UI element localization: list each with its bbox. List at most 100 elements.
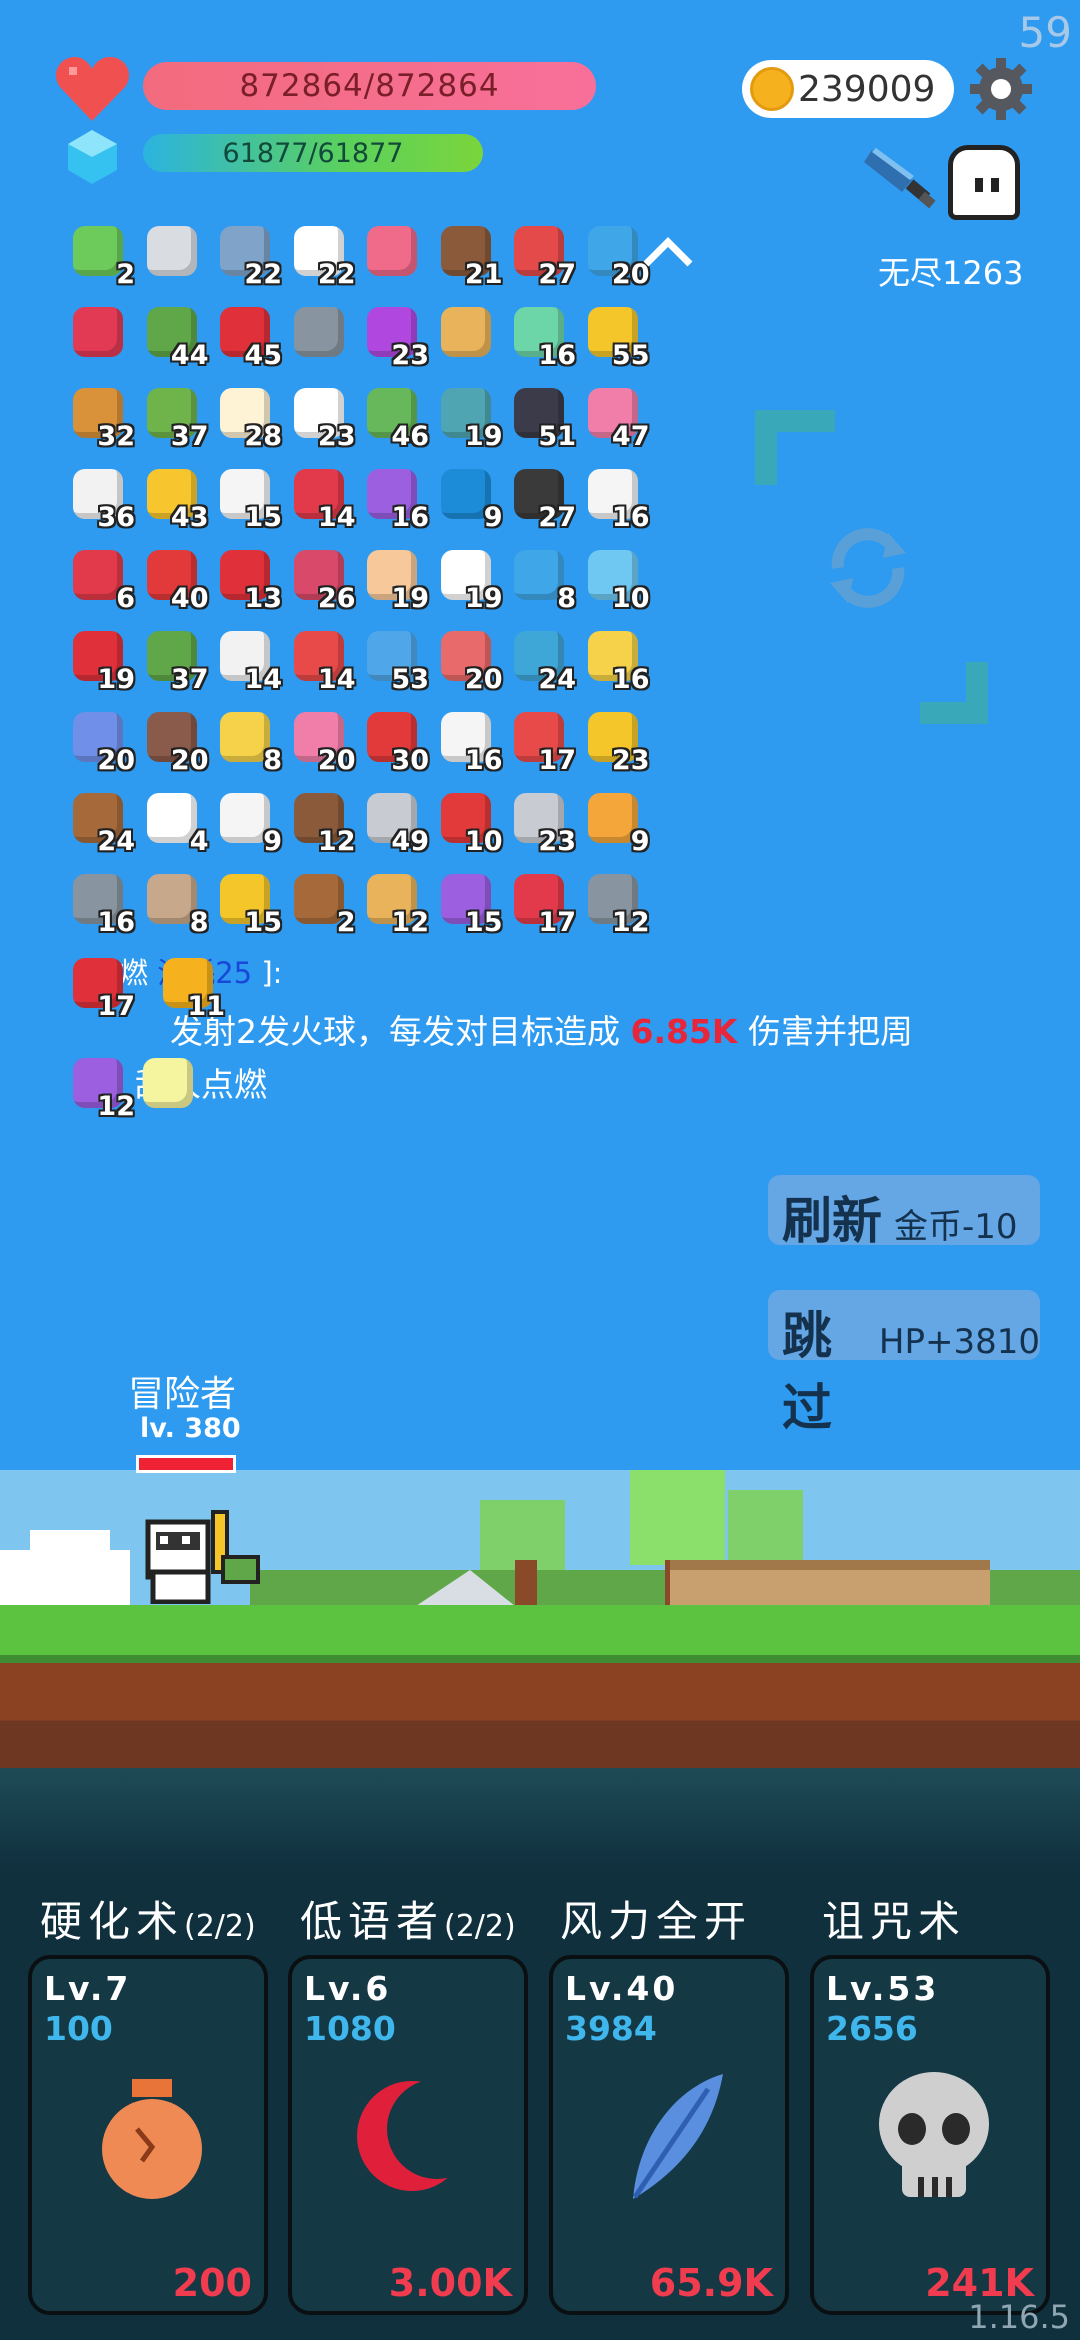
inventory-slot[interactable] <box>135 1050 205 1122</box>
inventory-slot[interactable] <box>65 299 135 371</box>
skill-card[interactable]: Lv.53 2656 241K <box>810 1955 1050 2315</box>
inventory-slot[interactable]: 23 <box>506 785 576 857</box>
inventory-slot[interactable]: 16 <box>506 299 576 371</box>
inventory-slot[interactable]: 12 <box>65 1050 135 1122</box>
inventory-slot[interactable]: 2 <box>65 218 135 290</box>
inventory-slot[interactable]: 17 <box>506 704 576 776</box>
inventory-slot[interactable]: 15 <box>433 866 503 938</box>
inventory-slot[interactable]: 16 <box>580 461 650 533</box>
item-count: 21 <box>464 259 503 290</box>
inventory-slot[interactable]: 19 <box>433 380 503 452</box>
inventory-slot[interactable]: 20 <box>139 704 209 776</box>
item-count: 12 <box>97 1091 135 1122</box>
item-count: 8 <box>557 583 576 614</box>
inventory-slot[interactable]: 46 <box>359 380 429 452</box>
inventory-slot[interactable]: 9 <box>580 785 650 857</box>
inventory-slot[interactable]: 14 <box>286 623 356 695</box>
inventory-slot[interactable]: 20 <box>580 218 650 290</box>
inventory-slot[interactable]: 4 <box>139 785 209 857</box>
item-count: 53 <box>391 664 429 695</box>
inventory-slot[interactable]: 23 <box>580 704 650 776</box>
inventory-slot[interactable]: 23 <box>359 299 429 371</box>
skill-card[interactable]: Lv.40 3984 65.9K <box>549 1955 789 2315</box>
inventory-slot[interactable]: 32 <box>65 380 135 452</box>
item-count: 45 <box>244 340 282 371</box>
inventory-slot[interactable]: 16 <box>359 461 429 533</box>
inventory-slot[interactable]: 13 <box>212 542 282 614</box>
inventory-slot[interactable]: 19 <box>65 623 135 695</box>
inventory-slot[interactable]: 9 <box>212 785 282 857</box>
inventory-slot[interactable]: 30 <box>359 704 429 776</box>
inventory-slot[interactable]: 10 <box>580 542 650 614</box>
inventory-slot[interactable]: 10 <box>433 785 503 857</box>
inventory-slot[interactable]: 20 <box>433 623 503 695</box>
inventory-slot[interactable]: 26 <box>286 542 356 614</box>
inventory-slot[interactable]: 14 <box>212 623 282 695</box>
inventory-slot[interactable]: 19 <box>433 542 503 614</box>
heart-icon <box>55 57 130 121</box>
inventory-slot[interactable]: 21 <box>433 218 503 290</box>
inventory-slot[interactable]: 20 <box>65 704 135 776</box>
inventory-slot[interactable]: 40 <box>139 542 209 614</box>
inventory-slot[interactable]: 28 <box>212 380 282 452</box>
inventory-slot[interactable]: 43 <box>139 461 209 533</box>
inventory-slot[interactable]: 24 <box>65 785 135 857</box>
inventory-slot[interactable]: 8 <box>139 866 209 938</box>
inventory-slot[interactable]: 55 <box>580 299 650 371</box>
inventory-slot[interactable] <box>286 299 356 371</box>
inventory-slot[interactable]: 11 <box>155 950 225 1022</box>
inventory-slot[interactable]: 2 <box>286 866 356 938</box>
inventory-slot[interactable] <box>139 218 209 290</box>
inventory-slot[interactable]: 14 <box>286 461 356 533</box>
inventory-slot[interactable]: 9 <box>433 461 503 533</box>
inventory-slot[interactable]: 27 <box>506 461 576 533</box>
inventory-slot[interactable]: 16 <box>65 866 135 938</box>
inventory-slot[interactable]: 37 <box>139 623 209 695</box>
knight-hero-sprite[interactable] <box>138 1502 266 1604</box>
inventory-slot[interactable]: 44 <box>139 299 209 371</box>
inventory-slot[interactable]: 22 <box>212 218 282 290</box>
viking-helmet-icon <box>293 307 344 357</box>
inventory-slot[interactable]: 37 <box>139 380 209 452</box>
inventory-slot[interactable]: 15 <box>212 866 282 938</box>
inventory-slot[interactable]: 27 <box>506 218 576 290</box>
inventory-slot[interactable]: 53 <box>359 623 429 695</box>
inventory-slot[interactable]: 47 <box>580 380 650 452</box>
inventory-slot[interactable]: 12 <box>286 785 356 857</box>
inventory-slot[interactable]: 36 <box>65 461 135 533</box>
inventory-slot[interactable]: 24 <box>506 623 576 695</box>
inventory-slot[interactable]: 8 <box>506 542 576 614</box>
inventory-slot[interactable]: 16 <box>433 704 503 776</box>
ghost-mode-icon[interactable] <box>948 145 1020 220</box>
inventory-slot[interactable]: 15 <box>212 461 282 533</box>
collapse-chevron-up-icon[interactable] <box>640 232 696 272</box>
inventory-slot[interactable]: 16 <box>580 623 650 695</box>
item-row: 16 8 15 2 12 15 17 12 <box>65 866 655 947</box>
inventory-slot[interactable]: 19 <box>359 542 429 614</box>
item-count: 49 <box>391 826 429 857</box>
refresh-button[interactable]: 刷新 金币-10 <box>768 1175 1040 1250</box>
inventory-slot[interactable]: 22 <box>286 218 356 290</box>
hero-level: lv. 380 <box>140 1413 241 1444</box>
inventory-slot[interactable] <box>433 299 503 371</box>
inventory-slot[interactable]: 20 <box>286 704 356 776</box>
item-count: 16 <box>611 664 650 695</box>
inventory-slot[interactable]: 6 <box>65 542 135 614</box>
dirt-ground <box>0 1663 1080 1768</box>
broken-sword-icon[interactable] <box>862 140 942 215</box>
settings-gear-icon[interactable] <box>970 58 1032 120</box>
inventory-slot[interactable]: 12 <box>580 866 650 938</box>
inventory-slot[interactable]: 49 <box>359 785 429 857</box>
love-letter-icon <box>367 226 417 276</box>
inventory-slot[interactable]: 17 <box>506 866 576 938</box>
inventory-slot[interactable]: 51 <box>506 380 576 452</box>
skill-card[interactable]: Lv.7 100 200 <box>28 1955 268 2315</box>
skip-button[interactable]: 跳过 HP+3810 <box>768 1290 1040 1437</box>
inventory-slot[interactable]: 17 <box>65 950 135 1022</box>
inventory-slot[interactable]: 45 <box>212 299 282 371</box>
skill-card[interactable]: Lv.6 1080 3.00K <box>288 1955 528 2315</box>
inventory-slot[interactable] <box>359 218 429 290</box>
inventory-slot[interactable]: 8 <box>212 704 282 776</box>
inventory-slot[interactable]: 23 <box>286 380 356 452</box>
inventory-slot[interactable]: 12 <box>359 866 429 938</box>
